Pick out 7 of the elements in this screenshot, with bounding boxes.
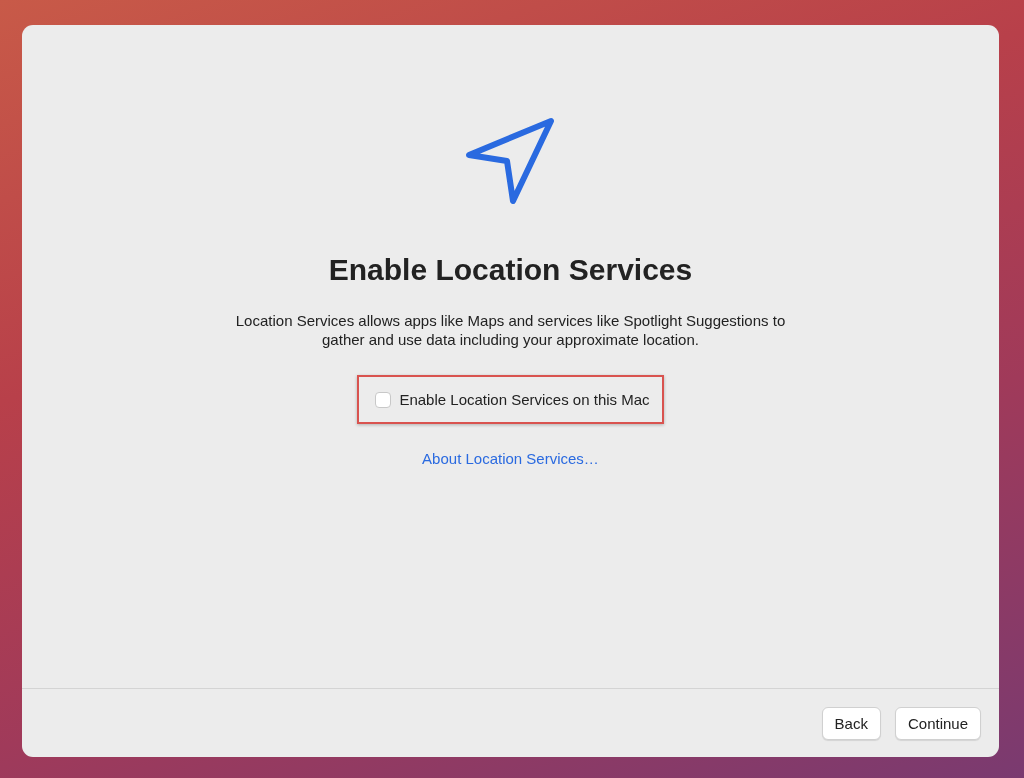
about-link[interactable]: About Location Services… <box>422 450 599 467</box>
checkbox[interactable] <box>375 391 392 408</box>
checkbox-label[interactable]: Enable Location Services on this Mac <box>399 391 650 408</box>
continue-button[interactable]: Continue <box>894 706 981 740</box>
description-text: Location Services allows apps like Maps and services like Spotlight Suggestions to gather and use data including your approximate location. <box>234 311 787 349</box>
back-button[interactable]: Back <box>821 706 881 740</box>
dialog-title: Enable Location Services <box>328 253 693 287</box>
